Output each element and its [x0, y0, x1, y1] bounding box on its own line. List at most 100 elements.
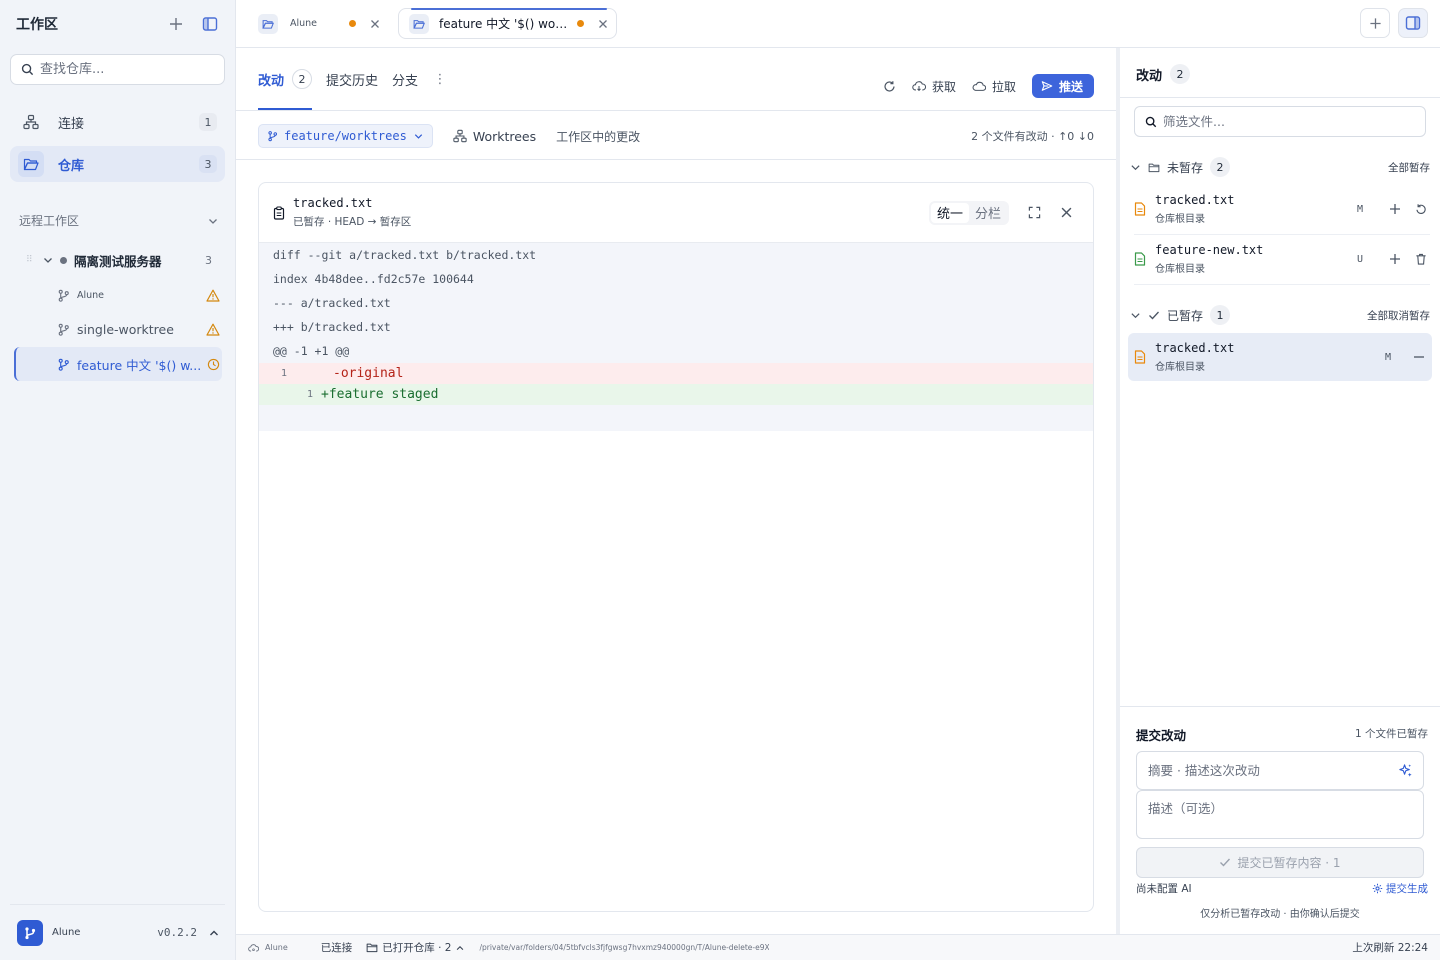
close-icon	[371, 19, 379, 28]
divider	[1134, 284, 1430, 285]
tab-branches[interactable]: 分支	[392, 48, 418, 110]
warning-icon	[206, 323, 220, 336]
tab-bar: Alune feature 中文 '$() workt...	[236, 0, 1440, 48]
more-menu-icon[interactable]: ⋮	[432, 72, 448, 87]
group-count: 2	[1210, 157, 1231, 177]
close-tab-button[interactable]	[598, 19, 608, 29]
view-unified-button[interactable]: 统一	[930, 202, 969, 223]
close-diff-button[interactable]	[1055, 202, 1077, 224]
close-tab-button[interactable]	[370, 19, 380, 29]
file-row[interactable]: feature-new.txt 仓库根目录 U	[1128, 235, 1432, 283]
diff-meta-line: diff --git a/tracked.txt b/tracked.txt	[273, 248, 537, 262]
staged-group-header[interactable]: 已暂存 1 全部取消暂存	[1130, 305, 1430, 325]
file-filter[interactable]	[1134, 106, 1426, 137]
nav-item-count: 1	[199, 113, 217, 131]
folder-icon	[1148, 163, 1160, 172]
commit-staged-button[interactable]: 提交已暂存内容 · 1	[1136, 847, 1424, 878]
git-branch-icon	[58, 358, 69, 371]
network-icon	[18, 109, 44, 135]
trash-icon	[1416, 253, 1426, 265]
pull-button[interactable]: 拉取	[972, 78, 1016, 95]
ai-sparkle-button[interactable]	[1398, 763, 1413, 778]
commit-description-input[interactable]	[1136, 790, 1424, 839]
cloud-download-icon	[912, 81, 926, 92]
delete-file-button[interactable]	[1410, 253, 1432, 265]
connection-status: 已连接	[320, 942, 353, 954]
commit-title: 提交改动	[1136, 728, 1187, 743]
stage-file-button[interactable]	[1384, 253, 1406, 265]
changes-panel-header: 改动 2	[1136, 64, 1191, 84]
add-workspace-button[interactable]	[165, 13, 187, 35]
repo-search[interactable]	[10, 54, 225, 85]
file-row-selected[interactable]: tracked.txt 仓库根目录 M	[1128, 333, 1432, 381]
toggle-sidebar-button[interactable]	[199, 13, 221, 35]
old-line-number: 1	[280, 368, 287, 379]
tab-history[interactable]: 提交历史	[326, 48, 378, 110]
app-menu-button[interactable]	[203, 922, 225, 944]
undo-icon	[1416, 204, 1426, 215]
file-filter-input[interactable]	[1163, 114, 1403, 129]
changes-count-badge: 2	[1170, 64, 1191, 84]
worktrees-button[interactable]: Worktrees	[453, 129, 536, 144]
unstaged-group-header[interactable]: 未暂存 2 全部暂存	[1130, 157, 1430, 177]
generate-commit-button[interactable]: 提交生成	[1372, 881, 1428, 896]
open-repos-button[interactable]: 已打开仓库 · 2	[366, 940, 465, 955]
nav-item-repositories[interactable]: 仓库 3	[10, 146, 225, 182]
refresh-button[interactable]	[883, 80, 896, 93]
diff-file-name: tracked.txt	[293, 196, 373, 210]
remote-server-row[interactable]: ⠿ 隔离测试服务器 3	[26, 250, 216, 270]
toggle-right-panel-button[interactable]	[1398, 8, 1428, 38]
git-actions: 获取 拉取 推送	[883, 74, 1094, 98]
discard-changes-button[interactable]	[1410, 203, 1432, 215]
minus-icon	[1414, 356, 1424, 358]
tab-alune[interactable]: Alune	[248, 8, 388, 39]
diff-hunk-header: @@ -1 +1 @@	[273, 344, 350, 358]
file-name: tracked.txt	[1155, 193, 1235, 207]
remote-workspaces-header[interactable]: 远程工作区	[19, 212, 219, 229]
worktree-changes-link[interactable]: 工作区中的更改	[556, 128, 640, 145]
branch-selector[interactable]: feature/worktrees	[258, 124, 433, 148]
view-split-button[interactable]: 分栏	[969, 203, 1007, 223]
commit-section: 提交改动 1 个文件已暂存 提交已暂存内容 · 1 尚未配置 AI 提交生成 仅…	[1120, 706, 1440, 934]
nav-item-connections[interactable]: 连接 1	[10, 104, 225, 140]
commit-summary-input[interactable]	[1136, 751, 1424, 790]
tab-feature-worktree[interactable]: feature 中文 '$() workt...	[398, 8, 617, 39]
chevron-up-icon	[457, 945, 464, 950]
file-dir: 仓库根目录	[1155, 362, 1205, 373]
close-icon	[599, 19, 607, 28]
sidebar-footer: Alune v0.2.2	[10, 904, 225, 960]
file-row[interactable]: tracked.txt 仓库根目录 M	[1128, 185, 1432, 233]
group-label: 已暂存	[1167, 308, 1204, 323]
file-new-icon	[1134, 252, 1146, 266]
ai-status-row: 尚未配置 AI 提交生成	[1136, 881, 1428, 896]
diff-added-line: 1 +feature staged	[259, 384, 1093, 405]
fetch-label: 获取	[931, 79, 956, 94]
commit-button-label: 提交已暂存内容 · 1	[1237, 856, 1341, 870]
push-button[interactable]: 推送	[1031, 74, 1094, 98]
server-status-dot	[60, 256, 67, 264]
drag-handle-icon[interactable]: ⠿	[26, 255, 36, 265]
branch-toolbar: feature/worktrees Worktrees 工作区中的更改 2 个文…	[258, 124, 1094, 148]
stage-all-button[interactable]: 全部暂存	[1388, 160, 1430, 175]
search-icon	[1145, 116, 1157, 127]
changes-count-badge: 2	[292, 69, 313, 89]
modified-dot	[349, 20, 356, 27]
repo-search-input[interactable]	[40, 62, 210, 77]
sidebar-panel-icon	[202, 17, 218, 31]
status-app-name: Alune	[265, 943, 288, 952]
unstage-file-button[interactable]	[1408, 351, 1430, 363]
expand-button[interactable]	[1023, 202, 1045, 224]
worktree-item-active[interactable]: feature 中文 '$() w...	[14, 347, 222, 381]
unstage-all-button[interactable]: 全部取消暂存	[1367, 308, 1430, 323]
new-tab-button[interactable]	[1360, 8, 1390, 38]
fetch-button[interactable]: 获取	[912, 78, 956, 95]
file-name: feature-new.txt	[1155, 243, 1264, 257]
worktree-item[interactable]: Alune	[14, 278, 222, 312]
sparkles-icon	[1399, 764, 1412, 777]
tab-changes[interactable]: 改动 2	[258, 48, 313, 110]
right-panel-icon	[1405, 16, 1421, 30]
divider	[236, 159, 1116, 160]
file-dir: 仓库根目录	[1155, 264, 1205, 275]
stage-file-button[interactable]	[1384, 203, 1406, 215]
worktree-item[interactable]: single-worktree	[14, 312, 222, 346]
